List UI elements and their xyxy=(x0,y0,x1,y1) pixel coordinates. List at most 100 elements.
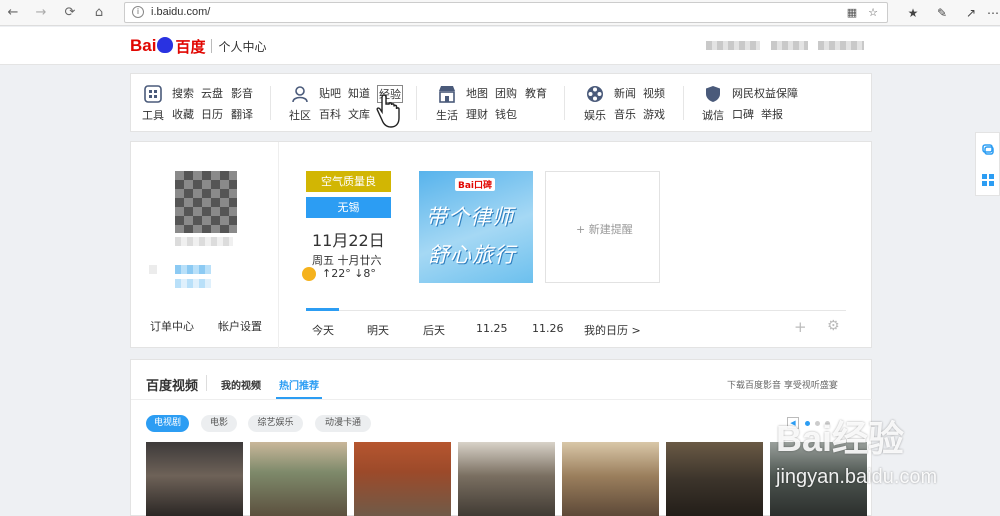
new-reminder-button[interactable]: + 新建提醒 xyxy=(545,171,660,283)
messages-blurred[interactable] xyxy=(771,41,808,50)
address-bar[interactable]: i i.baidu.com/ ▦ ☆ xyxy=(124,2,888,23)
pen-icon[interactable]: ✎ xyxy=(933,4,951,22)
logo-chinese: 百度 xyxy=(175,37,206,56)
badge-blurred xyxy=(175,279,211,288)
nav-link-news[interactable]: 新闻 xyxy=(614,85,636,101)
nav-link-wallet[interactable]: 钱包 xyxy=(495,106,517,122)
feedback-icon[interactable] xyxy=(982,143,994,155)
city-button[interactable]: 无锡 xyxy=(306,197,391,218)
jingyan-watermark: Bai经验 jingyan.baidu.com xyxy=(776,410,966,510)
video-thumbnail[interactable] xyxy=(666,442,763,516)
nav-link-favorites[interactable]: 收藏 xyxy=(172,106,194,122)
nav-group-label[interactable]: 娱乐 xyxy=(584,107,606,123)
url-text[interactable]: i.baidu.com/ xyxy=(151,6,210,18)
nav-link-games[interactable]: 游戏 xyxy=(643,106,665,122)
ad-brand: Bai口碑 xyxy=(455,178,496,191)
category-movie[interactable]: 电影 xyxy=(201,415,237,432)
day-tab-tomorrow[interactable]: 明天 xyxy=(367,322,389,338)
nav-link-translate[interactable]: 翻译 xyxy=(231,106,253,122)
day-tab-indicator xyxy=(306,308,339,311)
share-icon[interactable]: ↗ xyxy=(962,4,980,22)
user-community-icon xyxy=(292,86,308,103)
profile-calendar-card: 订单中心 帐户设置 空气质量良 无锡 11月22日 周五 十月廿六 ↑22° ↓… xyxy=(130,141,872,349)
nav-link-music[interactable]: 音乐 xyxy=(614,106,636,122)
nav-divider xyxy=(564,86,565,120)
order-center-link[interactable]: 订单中心 xyxy=(150,318,194,334)
hand-cursor-icon xyxy=(376,94,400,128)
category-anime[interactable]: 动漫卡通 xyxy=(315,415,371,432)
nav-link-media[interactable]: 影音 xyxy=(231,85,253,101)
video-section: 百度视频 我的视频 热门推荐 下载百度影音 享受视听盛宴 电视剧 电影 综艺娱乐… xyxy=(130,359,873,516)
refresh-icon[interactable]: ⟳ xyxy=(61,4,79,22)
username-blurred[interactable] xyxy=(706,41,760,50)
tools-grid-icon xyxy=(144,85,162,103)
video-header-line xyxy=(131,399,873,400)
ad-line-2: 舒心旅行 xyxy=(428,243,516,267)
nav-group-entertainment: 娱乐 新闻 视频 音乐 游戏 xyxy=(584,74,686,133)
nav-link-baike[interactable]: 百科 xyxy=(319,106,341,122)
add-event-icon[interactable]: + xyxy=(794,318,807,336)
nav-group-label[interactable]: 社区 xyxy=(289,107,311,123)
nav-link-video[interactable]: 视频 xyxy=(643,85,665,101)
nav-group-tools: 工具 搜索 云盘 影音 收藏 日历 翻译 xyxy=(142,74,264,133)
nav-link-education[interactable]: 教育 xyxy=(525,85,547,101)
apps-grid-icon[interactable] xyxy=(982,174,994,186)
nav-link-wenku[interactable]: 文库 xyxy=(348,106,370,122)
my-calendar-link[interactable]: 我的日历 > xyxy=(584,322,641,338)
category-variety[interactable]: 综艺娱乐 xyxy=(248,415,303,432)
favorites-hub-icon[interactable]: ★ xyxy=(904,4,922,22)
day-tab-day-after[interactable]: 后天 xyxy=(423,322,445,338)
video-thumbnail[interactable] xyxy=(146,442,243,516)
nav-link-map[interactable]: 地图 xyxy=(466,85,488,101)
day-tab-1125[interactable]: 11.25 xyxy=(476,322,508,335)
page-title: 个人中心 xyxy=(218,39,267,54)
back-icon[interactable]: ← xyxy=(4,4,22,22)
account-blurred[interactable] xyxy=(818,41,864,50)
nav-link-calendar[interactable]: 日历 xyxy=(201,106,223,122)
nav-link-rights[interactable]: 网民权益保障 xyxy=(732,85,798,101)
nav-link-finance[interactable]: 理财 xyxy=(466,106,488,122)
more-icon[interactable]: ⋯ xyxy=(984,4,1000,22)
air-quality-badge: 空气质量良 xyxy=(306,171,391,192)
home-icon[interactable]: ⌂ xyxy=(90,4,108,22)
koubei-ad-banner[interactable]: Bai口碑 带个律师 舒心旅行 xyxy=(419,171,533,283)
username-blurred xyxy=(175,237,233,246)
day-tab-today[interactable]: 今天 xyxy=(312,322,334,338)
site-header: Bai du 百度 个人中心 xyxy=(0,27,1000,65)
favorite-star-icon[interactable]: ☆ xyxy=(866,6,880,20)
service-nav: 工具 搜索 云盘 影音 收藏 日历 翻译 社区 贴吧 知道 经验 百科 文库 生… xyxy=(130,73,872,132)
video-thumbnail[interactable] xyxy=(458,442,555,516)
nav-divider xyxy=(270,86,271,120)
logo-divider xyxy=(211,39,213,53)
nav-group-label[interactable]: 诚信 xyxy=(702,107,724,123)
tab-hot-recommend[interactable]: 热门推荐 xyxy=(279,377,319,392)
nav-group-label[interactable]: 工具 xyxy=(142,107,164,123)
nav-link-koubei[interactable]: 口碑 xyxy=(732,106,754,122)
download-player-link[interactable]: 下载百度影音 享受视听盛宴 xyxy=(727,378,838,391)
account-settings-link[interactable]: 帐户设置 xyxy=(218,318,262,334)
nav-divider xyxy=(683,86,684,120)
level-blurred xyxy=(149,265,157,274)
category-tv[interactable]: 电视剧 xyxy=(146,415,189,432)
gear-icon[interactable]: ⚙ xyxy=(827,318,840,334)
video-thumbnail[interactable] xyxy=(354,442,451,516)
new-reminder-label: + 新建提醒 xyxy=(576,223,633,236)
reading-view-icon[interactable]: ▦ xyxy=(845,6,859,20)
video-thumbnail[interactable] xyxy=(250,442,347,516)
video-thumbnail[interactable] xyxy=(562,442,659,516)
nav-link-tieba[interactable]: 贴吧 xyxy=(319,85,341,101)
nav-link-search[interactable]: 搜索 xyxy=(172,85,194,101)
nav-link-zhidao[interactable]: 知道 xyxy=(348,85,370,101)
nav-link-cloud[interactable]: 云盘 xyxy=(201,85,223,101)
nav-link-report[interactable]: 举报 xyxy=(761,106,783,122)
nav-link-groupbuy[interactable]: 团购 xyxy=(495,85,517,101)
baidu-logo[interactable]: Bai du 百度 个人中心 xyxy=(130,35,267,57)
forward-icon[interactable]: → xyxy=(32,4,50,22)
avatar[interactable] xyxy=(175,171,237,233)
store-icon xyxy=(439,86,455,103)
info-icon[interactable]: i xyxy=(132,6,144,18)
tab-my-videos[interactable]: 我的视频 xyxy=(221,377,261,392)
day-tab-1126[interactable]: 11.26 xyxy=(532,322,564,335)
nav-group-label[interactable]: 生活 xyxy=(436,107,458,123)
side-float-panel xyxy=(975,132,1000,196)
